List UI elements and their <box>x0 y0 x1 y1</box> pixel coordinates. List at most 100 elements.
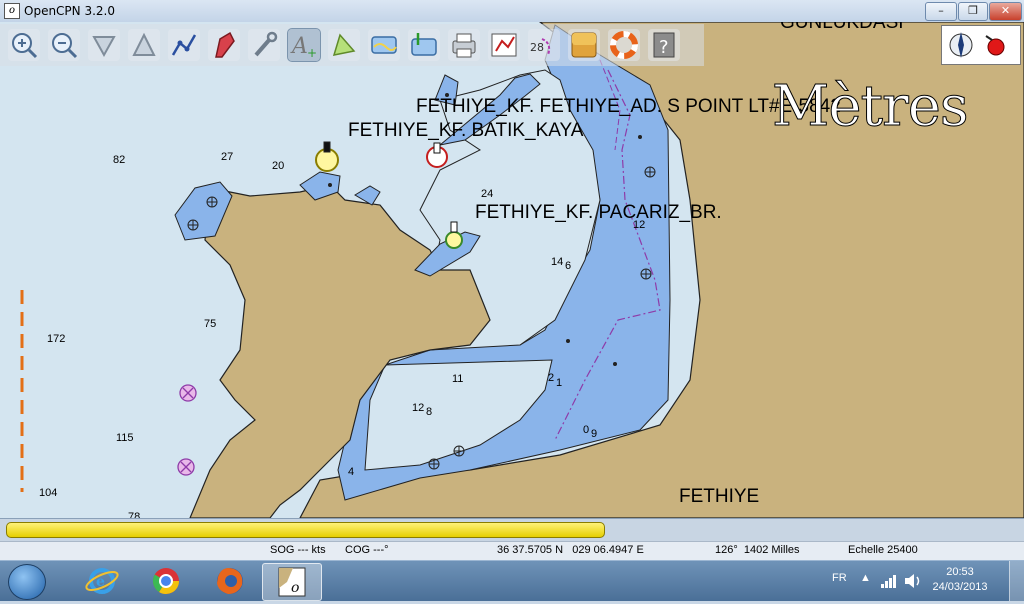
status-scale: Echelle 25400 <box>848 544 918 556</box>
compass-icon <box>949 32 1005 58</box>
start-button[interactable] <box>8 564 46 600</box>
svg-text:o: o <box>291 580 299 596</box>
place-label-pacariz: FETHIYE_KF. PACARIZ_BR. <box>475 202 722 223</box>
current-icon <box>411 33 437 56</box>
depth-sounding: 6 <box>565 260 572 272</box>
status-bar: SOG --- kts COG ---° 36 37.5705 N 029 06… <box>0 541 1024 560</box>
depth-sounding: 24 <box>481 188 494 200</box>
track-button[interactable]: 28 <box>528 29 560 61</box>
scale-in-button[interactable] <box>88 29 120 61</box>
current-button[interactable] <box>408 29 440 61</box>
zoom-in-icon <box>12 33 38 59</box>
taskbar-firefox[interactable] <box>204 563 256 599</box>
wreck-marker <box>177 384 197 476</box>
route-button[interactable] <box>168 29 200 61</box>
ship-icon <box>215 31 235 58</box>
firefox-icon <box>217 568 243 594</box>
depth-sounding: 0 <box>583 424 590 436</box>
depth-sounding: 9 <box>591 428 598 440</box>
depth-sounding: 12 <box>412 402 425 414</box>
clock-time: 20:53 <box>946 566 974 578</box>
svg-text:28: 28 <box>530 41 544 54</box>
depth-sounding: 14 <box>551 256 564 268</box>
status-sog: SOG --- kts <box>270 544 326 556</box>
print-button[interactable] <box>448 29 480 61</box>
opencpn-icon: o <box>278 567 306 597</box>
svg-text:+: + <box>307 46 317 60</box>
window-title: OpenCPN 3.2.0 <box>24 4 115 18</box>
route-icon <box>171 34 197 56</box>
svg-text:A: A <box>290 34 308 59</box>
units-watermark: Mètres <box>772 74 970 140</box>
taskbar-internet-explorer[interactable]: e <box>76 563 128 599</box>
depth-sounding: 2 <box>548 372 555 384</box>
minimize-button[interactable]: – <box>925 2 957 21</box>
svg-text:e: e <box>96 574 105 590</box>
text-button[interactable]: A + <box>287 28 321 62</box>
chrome-icon <box>152 568 180 595</box>
internet-explorer-icon: e <box>85 568 119 594</box>
close-button[interactable]: ✕ <box>989 2 1022 21</box>
depth-sounding: 12 <box>633 219 646 231</box>
print-icon <box>452 33 476 58</box>
depth-sounding: 27 <box>221 151 234 163</box>
route-manager-icon <box>491 33 517 57</box>
depth-sounding: 1 <box>556 377 563 389</box>
color-scheme-icon <box>571 32 597 58</box>
windows-taskbar: e o FR ▲ 20:53 24/03/2013 <box>0 560 1024 601</box>
current-tide-button[interactable] <box>328 29 360 61</box>
tide-button[interactable] <box>368 29 400 61</box>
mob-button[interactable] <box>608 29 640 61</box>
language-indicator[interactable]: FR <box>832 572 847 584</box>
taskbar-google-chrome[interactable] <box>140 563 192 599</box>
follow-ship-button[interactable] <box>208 29 240 61</box>
depth-sounding: 4 <box>348 466 355 478</box>
depth-sounding: 11 <box>452 373 464 385</box>
depth-sounding: 78 <box>128 511 141 518</box>
place-label-batik-kaya: FETHIYE_KF. BATIK_KAYA <box>348 120 584 141</box>
text-icon: A + <box>290 34 317 60</box>
compass-widget[interactable] <box>941 25 1021 65</box>
scale-in-icon <box>92 36 116 58</box>
status-bearing-distance: 126° 1402 Milles <box>715 544 800 556</box>
settings-button[interactable] <box>248 29 280 61</box>
chart-quilt-bar <box>0 518 1024 541</box>
chart-quilt-progress[interactable] <box>6 522 605 538</box>
depth-sounding: 20 <box>272 160 285 172</box>
route-manager-button[interactable] <box>488 29 520 61</box>
title-bar: o OpenCPN 3.2.0 – ❐ ✕ <box>0 0 1024 23</box>
help-icon: ? <box>653 32 675 58</box>
help-button[interactable]: ? <box>648 29 680 61</box>
track-icon: 28 <box>530 38 551 56</box>
scale-out-icon <box>132 32 156 56</box>
system-clock[interactable]: 20:53 24/03/2013 <box>930 565 990 595</box>
chart-toolbar: A + 28 ? <box>0 24 704 66</box>
wrench-icon <box>254 31 278 57</box>
network-icon[interactable] <box>880 573 898 589</box>
clock-date: 24/03/2013 <box>932 581 988 593</box>
lifebuoy-icon <box>610 31 638 59</box>
maximize-button[interactable]: ❐ <box>958 2 988 21</box>
volume-icon[interactable] <box>903 573 923 589</box>
taskbar-opencpn[interactable]: o <box>262 563 322 601</box>
place-label-fethiye: FETHIYE <box>679 486 760 507</box>
depth-sounding: 82 <box>113 154 126 166</box>
zoom-in-button[interactable] <box>8 29 40 61</box>
depth-sounding: 8 <box>426 406 433 418</box>
depth-sounding: 172 <box>47 333 66 345</box>
color-scheme-button[interactable] <box>568 29 600 61</box>
zoom-out-icon <box>52 33 78 59</box>
zoom-out-button[interactable] <box>48 29 80 61</box>
place-label-gunlukdasi: GUNLUKDASI <box>780 22 904 33</box>
status-position: 36 37.5705 N 029 06.4947 E <box>497 544 644 556</box>
show-desktop-button[interactable] <box>1009 561 1024 601</box>
show-hidden-icons[interactable]: ▲ <box>860 572 871 584</box>
depth-sounding: 104 <box>39 487 58 499</box>
status-cog: COG ---° <box>345 544 389 556</box>
tide-icon <box>371 36 397 54</box>
opencpn-app-icon: o <box>4 3 20 19</box>
depth-sounding: 115 <box>116 432 134 444</box>
svg-text:?: ? <box>659 37 669 58</box>
scale-out-button[interactable] <box>128 29 160 61</box>
chart-canvas[interactable]: GUNLUKDASI FETHIYE_KF. FETHIYE_AD. S POI… <box>0 22 1024 518</box>
